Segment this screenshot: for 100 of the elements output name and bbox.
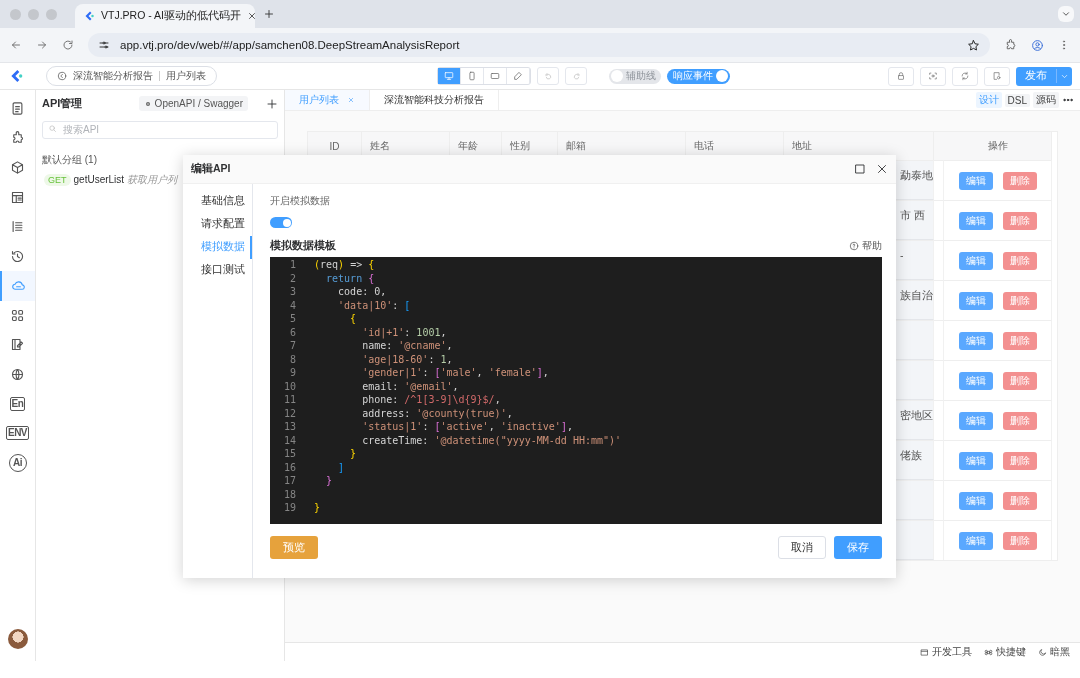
edit-button[interactable]: 编辑 [958, 211, 993, 230]
edit-button[interactable]: 编辑 [958, 531, 993, 550]
group-title[interactable]: 默认分组 (1) [42, 153, 97, 165]
code-line: email: '@email', [361, 380, 459, 392]
profile-icon [1031, 38, 1044, 52]
edit-button[interactable]: 编辑 [958, 291, 993, 310]
line-number: 13 [282, 421, 296, 433]
edit-button[interactable]: 编辑 [958, 371, 993, 390]
view-mode-tab[interactable]: DSL [1004, 93, 1030, 107]
maximize-icon [854, 163, 866, 175]
delete-button[interactable]: 删除 [1002, 411, 1037, 430]
breadcrumb-item[interactable]: 深流智能分析报告 [73, 69, 153, 83]
edit-button[interactable]: 编辑 [958, 171, 993, 190]
status-item[interactable]: 快捷键 [984, 645, 1026, 659]
puzzle-icon [10, 130, 25, 146]
dialog-title: 编辑API [191, 162, 232, 176]
dialog-nav-item[interactable]: 模拟数据 [183, 236, 252, 259]
line-number: 18 [282, 488, 296, 500]
edit-button[interactable]: 编辑 [958, 251, 993, 270]
code-line: (req) => { [314, 259, 375, 271]
eye-icon [928, 71, 938, 81]
view-mode-tab[interactable]: 源码 [1033, 92, 1059, 108]
edit-button[interactable]: 编辑 [958, 491, 993, 510]
help-link[interactable]: 帮助 [849, 238, 882, 253]
lock-button[interactable] [888, 66, 914, 86]
delete-button[interactable]: 删除 [1002, 211, 1037, 230]
edit-button[interactable]: 编辑 [958, 411, 993, 430]
line-number: 17 [282, 475, 296, 487]
code-editor[interactable] [270, 257, 882, 524]
refresh-button[interactable] [952, 66, 978, 86]
preview-button[interactable] [920, 66, 946, 86]
delete-button[interactable]: 删除 [1002, 291, 1037, 310]
code-line: 'age|18-60': 1, [361, 353, 453, 365]
close-icon[interactable] [347, 96, 355, 104]
code-line: address: '@county(true)', [361, 407, 513, 419]
device-button[interactable] [438, 68, 461, 84]
line-number: 1 [288, 259, 296, 271]
view-mode-tab[interactable]: 设计 [975, 92, 1002, 108]
delete-button[interactable]: 删除 [1002, 451, 1037, 470]
add-icon [266, 97, 278, 110]
back-icon [10, 39, 22, 51]
toggle-switch[interactable]: 辅助线 [609, 68, 661, 84]
preview-button[interactable]: 预览 [270, 536, 318, 559]
sidebar-item[interactable]: ENV [0, 418, 35, 448]
code-line: 'gender|1': ['male', 'female'], [361, 367, 549, 379]
status-item[interactable]: 暗黑 [1038, 645, 1070, 659]
mock-switch[interactable] [270, 217, 292, 228]
line-number: 9 [288, 367, 296, 379]
code-line: 'data|10': [ [337, 299, 411, 311]
browser-tab[interactable]: VTJ.PRO - AI驱动的低代码开 [75, 4, 255, 28]
delete-button[interactable]: 删除 [1002, 531, 1037, 550]
layout-icon [10, 189, 25, 205]
edit-button[interactable]: 编辑 [958, 451, 993, 470]
code-line: name: '@cname', [361, 340, 453, 352]
status-item[interactable]: 开发工具 [920, 645, 972, 659]
redo-button[interactable] [565, 67, 587, 85]
close-icon [876, 163, 888, 175]
delete-button[interactable]: 删除 [1002, 371, 1037, 390]
undo-button[interactable] [537, 67, 559, 85]
tablet-icon [490, 71, 500, 81]
delete-button[interactable]: 删除 [1002, 331, 1037, 350]
sidebar-item[interactable]: En [0, 389, 35, 419]
api-name[interactable]: getUserList [73, 174, 125, 185]
edit-button[interactable]: 编辑 [958, 331, 993, 350]
address-bar[interactable]: app.vtj.pro/dev/web/#/app/samchen08.DeepStreamAnalysisReport [88, 33, 990, 57]
window-control[interactable] [46, 8, 57, 20]
dialog-nav-item[interactable]: 接口测试 [183, 259, 252, 282]
window-control[interactable] [28, 8, 39, 20]
dialog-nav-item[interactable]: 请求配置 [183, 213, 252, 236]
save-button[interactable]: 保存 [834, 536, 882, 559]
back-circle-icon [57, 71, 67, 81]
delete-button[interactable]: 删除 [1002, 251, 1037, 270]
delete-button[interactable]: 删除 [1002, 491, 1037, 510]
code-line: code: 0, [337, 286, 387, 298]
breadcrumb-item[interactable]: 用户列表 [166, 69, 206, 83]
pencil-icon [513, 71, 523, 81]
code-line: } [314, 502, 321, 514]
code-line: { [349, 313, 357, 325]
line-number: 19 [282, 502, 296, 514]
publish-button[interactable]: 发布 [1016, 66, 1072, 86]
document-button[interactable] [984, 66, 1010, 86]
toggle-switch[interactable]: 响应事件 [667, 68, 730, 84]
editor-tab[interactable]: 深流智能科技分析报告 [370, 90, 499, 110]
line-number: 6 [288, 326, 296, 338]
line-number: 15 [282, 448, 296, 460]
sidebar-item[interactable]: Ai [0, 448, 35, 478]
code-line: } [325, 475, 333, 487]
dialog-nav-item[interactable]: 基础信息 [183, 190, 252, 213]
avatar[interactable] [7, 629, 28, 649]
field-label: 开启模拟数据 [270, 194, 330, 208]
search-field[interactable]: 搜索API [42, 120, 278, 139]
section-title: 模拟数据模板 [270, 238, 337, 253]
line-number: 16 [282, 461, 296, 473]
editor-tab[interactable]: 用户列表 [285, 90, 370, 110]
window-control[interactable] [10, 8, 21, 20]
line-number: 7 [288, 340, 296, 352]
import-button[interactable]: OpenAPI / Swagger [138, 96, 248, 111]
delete-button[interactable]: 删除 [1002, 171, 1037, 190]
line-number: 10 [282, 380, 296, 392]
cancel-button[interactable]: 取消 [778, 536, 826, 559]
